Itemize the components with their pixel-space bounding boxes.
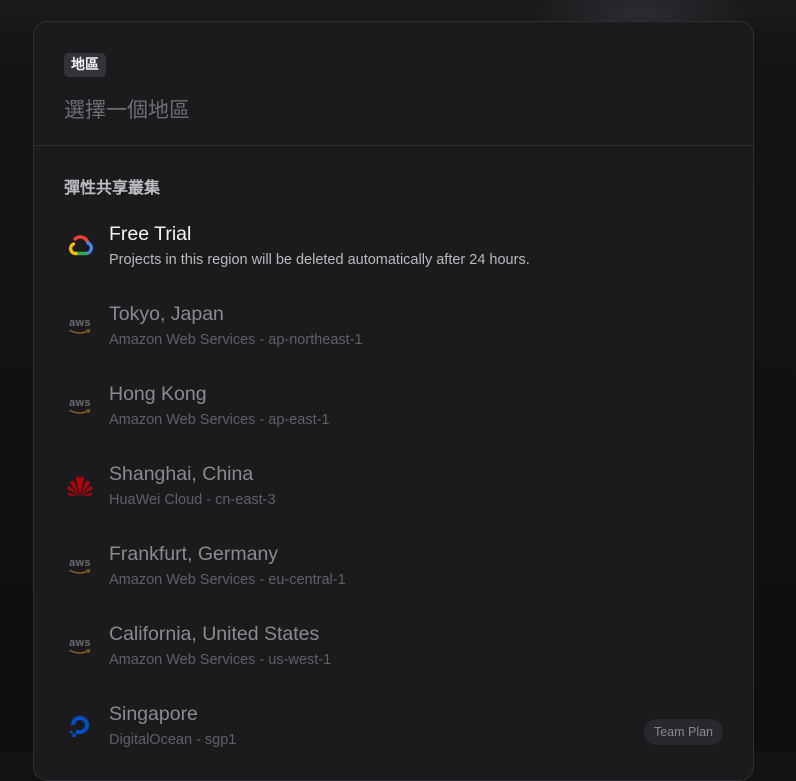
region-search-input[interactable] (64, 94, 704, 126)
region-description: HuaWei Cloud - cn-east-3 (109, 492, 276, 508)
aws-icon: aws (66, 554, 94, 578)
region-name: Tokyo, Japan (109, 303, 224, 325)
region-description: Amazon Web Services - us-west-1 (109, 652, 332, 668)
region-item-california[interactable]: aws California, United States Amazon Web… (34, 610, 753, 690)
section-title: 彈性共享叢集 (64, 178, 161, 197)
region-item-singapore[interactable]: Singapore DigitalOcean - sgp1 Team Plan (34, 690, 753, 770)
region-name: Shanghai, China (109, 463, 254, 485)
aws-icon: aws (66, 634, 94, 658)
aws-wordmark: aws (69, 636, 91, 649)
huawei-icon (66, 474, 94, 498)
region-description: Projects in this region will be deleted … (109, 252, 530, 268)
region-search-header: 地區 (34, 22, 753, 146)
region-name: Free Trial (109, 223, 192, 245)
digitalocean-icon (66, 714, 94, 738)
aws-wordmark: aws (69, 556, 91, 569)
region-description: Amazon Web Services - eu-central-1 (109, 572, 346, 588)
region-item-shanghai[interactable]: Shanghai, China HuaWei Cloud - cn-east-3 (34, 450, 753, 530)
aws-icon: aws (66, 314, 94, 338)
region-label-badge: 地區 (64, 53, 106, 77)
aws-icon: aws (66, 394, 94, 418)
region-item-free-trial[interactable]: Free Trial Projects in this region will … (34, 210, 753, 290)
aws-wordmark: aws (69, 396, 91, 409)
region-description: Amazon Web Services - ap-northeast-1 (109, 332, 363, 348)
region-item-tokyo[interactable]: aws Tokyo, Japan Amazon Web Services - a… (34, 290, 753, 370)
region-description: DigitalOcean - sgp1 (109, 732, 237, 748)
region-name: Singapore (109, 703, 198, 725)
region-select-panel: 地區 彈性共享叢集 Free Trial Projects in this re… (33, 21, 754, 781)
region-item-hong-kong[interactable]: aws Hong Kong Amazon Web Services - ap-e… (34, 370, 753, 450)
region-item-frankfurt[interactable]: aws Frankfurt, Germany Amazon Web Servic… (34, 530, 753, 610)
region-name: Frankfurt, Germany (109, 543, 279, 565)
region-name: California, United States (109, 623, 320, 645)
region-list: Free Trial Projects in this region will … (34, 210, 753, 770)
region-name: Hong Kong (109, 383, 207, 405)
region-description: Amazon Web Services - ap-east-1 (109, 412, 330, 428)
team-plan-badge: Team Plan (643, 719, 723, 745)
google-cloud-icon (66, 234, 94, 258)
aws-wordmark: aws (69, 316, 91, 329)
